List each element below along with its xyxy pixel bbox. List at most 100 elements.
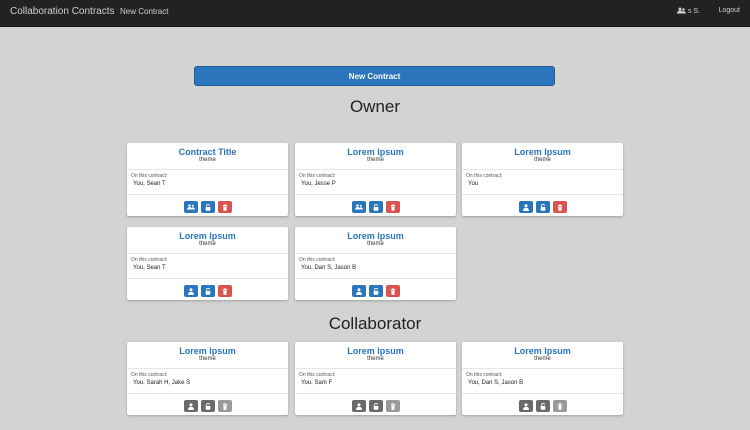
unlock-icon — [205, 287, 211, 295]
card-divider — [462, 169, 623, 170]
unlock-icon — [205, 402, 211, 410]
on-contract-label: On this contract: — [131, 257, 168, 263]
unlock-button[interactable] — [200, 285, 215, 297]
card-divider — [462, 393, 623, 394]
contract-title-link[interactable]: Lorem Ipsum — [127, 231, 288, 241]
trash-icon — [222, 402, 228, 410]
contract-theme: theme — [534, 157, 551, 163]
trash-icon — [390, 402, 396, 410]
contract-members: You, Dan S, Jason B — [468, 380, 524, 386]
user-icon — [187, 287, 194, 295]
on-contract-label: On this contract: — [299, 372, 336, 378]
users-icon — [186, 204, 195, 210]
unlock-button[interactable] — [368, 285, 383, 297]
user-menu[interactable]: s S. — [676, 7, 700, 15]
contract-members: You, Sarah H, Jake S — [133, 380, 191, 386]
user-button[interactable] — [183, 400, 198, 412]
card-divider — [295, 278, 456, 279]
contract-card: Lorem Ipsum theme On this contract: You, Sa… — [127, 342, 288, 415]
user-icon — [522, 203, 529, 211]
user-icon — [355, 402, 362, 410]
contract-title-link[interactable]: Lorem Ipsum — [295, 231, 456, 241]
delete-button[interactable] — [552, 201, 567, 213]
card-actions — [295, 400, 456, 412]
card-divider — [295, 253, 456, 254]
user-name: s S. — [687, 8, 700, 15]
on-contract-label: On this contract: — [299, 173, 336, 179]
contract-theme: theme — [199, 241, 216, 247]
unlock-button[interactable] — [200, 400, 215, 412]
user-button[interactable] — [183, 285, 198, 297]
card-divider — [295, 368, 456, 369]
on-contract-label: On this contract: — [466, 173, 503, 179]
trash-icon — [222, 203, 228, 211]
users-icon — [354, 204, 363, 210]
unlock-button[interactable] — [368, 201, 383, 213]
contract-title-link[interactable]: Lorem Ipsum — [295, 147, 456, 157]
delete-button[interactable] — [385, 400, 400, 412]
unlock-button[interactable] — [535, 400, 550, 412]
card-divider — [295, 169, 456, 170]
collaborators-button[interactable] — [183, 201, 198, 213]
user-button[interactable] — [518, 400, 533, 412]
unlock-button[interactable] — [200, 201, 215, 213]
contract-title-link[interactable]: Lorem Ipsum — [462, 147, 623, 157]
card-divider — [127, 253, 288, 254]
card-divider — [295, 194, 456, 195]
trash-icon — [557, 402, 563, 410]
delete-button[interactable] — [217, 400, 232, 412]
user-icon — [522, 402, 529, 410]
top-navbar: Collaboration Contracts New Contract s S… — [0, 0, 750, 27]
unlock-icon — [205, 203, 211, 211]
card-divider — [127, 368, 288, 369]
unlock-button[interactable] — [535, 201, 550, 213]
unlock-button[interactable] — [368, 400, 383, 412]
delete-button[interactable] — [385, 201, 400, 213]
unlock-icon — [540, 402, 546, 410]
card-divider — [127, 278, 288, 279]
user-button[interactable] — [351, 400, 366, 412]
trash-icon — [390, 203, 396, 211]
card-divider — [295, 393, 456, 394]
collaborators-button[interactable] — [351, 201, 366, 213]
user-avatar-icon — [676, 7, 686, 14]
unlock-icon — [540, 203, 546, 211]
contract-theme: theme — [367, 241, 384, 247]
card-divider — [127, 194, 288, 195]
user-button[interactable] — [518, 201, 533, 213]
contract-theme: theme — [367, 356, 384, 362]
contract-card: Lorem Ipsum theme On this contract: You — [462, 143, 623, 216]
contract-title-link[interactable]: Lorem Ipsum — [127, 346, 288, 356]
owner-heading: Owner — [349, 97, 401, 116]
user-icon — [187, 402, 194, 410]
trash-icon — [557, 203, 563, 211]
contract-members: You, Sam F — [301, 380, 333, 386]
logout-link[interactable]: Logout — [719, 7, 740, 14]
card-actions — [127, 400, 288, 412]
contract-title-link[interactable]: Lorem Ipsum — [295, 346, 456, 356]
delete-button[interactable] — [217, 201, 232, 213]
contract-theme: theme — [534, 356, 551, 362]
delete-button[interactable] — [552, 400, 567, 412]
unlock-icon — [373, 402, 379, 410]
card-actions — [295, 285, 456, 297]
delete-button[interactable] — [217, 285, 232, 297]
contract-card: Lorem Ipsum theme On this contract: You, Da… — [295, 227, 456, 300]
card-divider — [127, 393, 288, 394]
on-contract-label: On this contract: — [131, 173, 168, 179]
nav-new-contract-link[interactable]: New Contract — [120, 7, 168, 16]
brand-link[interactable]: Collaboration Contracts — [10, 6, 115, 17]
user-button[interactable] — [351, 285, 366, 297]
card-actions — [127, 201, 288, 213]
contract-theme: theme — [199, 356, 216, 362]
on-contract-label: On this contract: — [466, 372, 503, 378]
contract-card: Lorem Ipsum theme On this contract: You, Je… — [295, 143, 456, 216]
contract-card: Lorem Ipsum theme On this contract: You, Da… — [462, 342, 623, 415]
new-contract-button[interactable]: New Contract — [194, 66, 555, 86]
contract-title-link[interactable]: Contract Title — [127, 147, 288, 157]
card-actions — [295, 201, 456, 213]
delete-button[interactable] — [385, 285, 400, 297]
contract-members: You, Sean T — [133, 181, 166, 187]
contract-title-link[interactable]: Lorem Ipsum — [462, 346, 623, 356]
user-icon — [355, 287, 362, 295]
